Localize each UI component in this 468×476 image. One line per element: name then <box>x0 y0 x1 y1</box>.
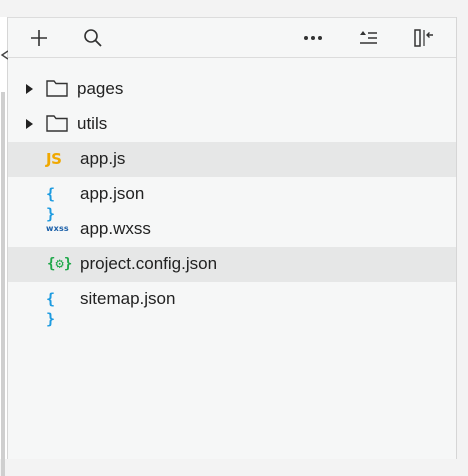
search-icon <box>84 29 102 47</box>
collapse-all-icon <box>360 31 377 44</box>
tree-file-sitemap-json[interactable]: { } sitemap.json <box>8 282 457 328</box>
folder-icon <box>46 114 68 134</box>
tree-folder-pages[interactable]: pages <box>8 72 457 107</box>
file-label: sitemap.json <box>80 289 176 308</box>
more-icon <box>304 36 322 40</box>
partial-icon <box>0 45 8 65</box>
expand-arrow-icon[interactable] <box>26 84 33 94</box>
folder-label: utils <box>77 114 108 133</box>
file-label: app.js <box>80 149 126 168</box>
right-panel-edge <box>456 17 468 459</box>
file-label: project.config.json <box>80 254 218 273</box>
left-side-panel-edge <box>0 17 8 476</box>
tree-file-app-json[interactable]: { } app.json <box>8 177 457 223</box>
tree-file-app-js[interactable]: JS app.js <box>8 142 457 177</box>
expand-arrow-icon[interactable] <box>26 119 33 129</box>
plus-icon <box>31 30 47 46</box>
file-label: app.json <box>80 184 145 203</box>
javascript-file-icon: JS <box>46 150 62 168</box>
folder-icon <box>46 79 68 99</box>
json-file-icon: { } <box>46 290 56 328</box>
more-button[interactable] <box>301 26 325 50</box>
json-file-icon: { } <box>46 185 56 223</box>
folder-label: pages <box>77 79 124 98</box>
window-top-strip <box>0 0 468 17</box>
left-scrollbar[interactable] <box>1 92 5 476</box>
file-label: app.wxss <box>80 219 151 238</box>
collapse-all-button[interactable] <box>356 26 380 50</box>
collapse-panel-button[interactable] <box>412 26 436 50</box>
tree-file-project-config-json[interactable]: {⚙} project.config.json <box>8 247 457 282</box>
explorer-toolbar <box>8 18 457 58</box>
tree-file-app-wxss[interactable]: wxss app.wxss <box>8 212 457 247</box>
file-tree: pages utils JS app.js { } app.json wxss … <box>8 72 457 328</box>
config-file-icon: {⚙} <box>47 256 73 272</box>
collapse-panel-icon <box>414 29 433 47</box>
wxss-file-icon: wxss <box>46 224 69 233</box>
tree-folder-utils[interactable]: utils <box>8 107 457 142</box>
new-file-button[interactable] <box>27 26 51 50</box>
file-explorer-panel: pages utils JS app.js { } app.json wxss … <box>8 17 457 459</box>
search-button[interactable] <box>81 26 105 50</box>
